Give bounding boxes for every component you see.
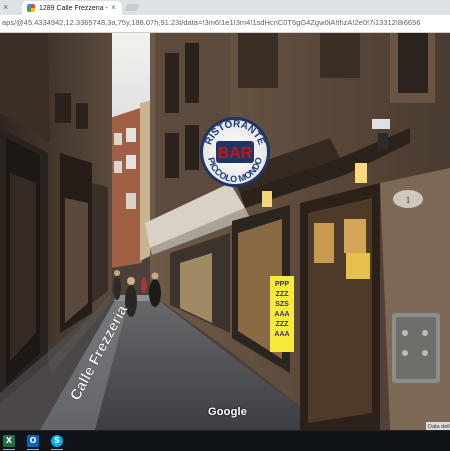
copyright-notice[interactable]: Data della [426,422,450,430]
url-text[interactable]: aps/@45.4334942,12.3365748,3a,75y,188.07… [2,18,448,28]
excel-icon: X [3,435,15,447]
outlook-taskbar-icon[interactable]: O [26,434,40,450]
address-bar[interactable]: aps/@45.4334942,12.3365748,3a,75y,188.07… [0,15,450,33]
tab-close-icon[interactable]: × [111,4,116,12]
google-watermark: Google [208,406,248,418]
new-tab-button[interactable] [124,4,140,11]
poster-line: AAA [274,311,289,318]
excel-taskbar-icon[interactable]: X [2,434,16,450]
tab-title: 1289 Calle Frezzeria - G [39,4,109,12]
tab-strip: × 1289 Calle Frezzeria - G × [0,0,450,15]
taskbar: X O S [0,430,450,451]
house-number: 1 [406,195,411,205]
skype-icon: S [51,435,63,447]
google-maps-favicon-icon [27,4,35,12]
prev-tab-close-icon[interactable]: × [3,2,8,12]
poster-line: ZZZ [276,321,290,328]
tab-active[interactable]: 1289 Calle Frezzeria - G × [22,1,122,15]
poster-line: AAA [274,331,289,338]
poster-line: PPP [275,281,289,288]
street-view-panorama[interactable]: RISTORANTE PICCOLO MONDO BAR PPP ZZZ SZS… [0,33,450,430]
street-scene: RISTORANTE PICCOLO MONDO BAR PPP ZZZ SZS… [0,33,450,430]
poster-line: SZS [275,301,289,308]
sign-bar-text: BAR [218,145,253,162]
poster-line: ZZZ [276,291,290,298]
skype-taskbar-icon[interactable]: S [50,434,64,450]
outlook-icon: O [27,435,39,447]
